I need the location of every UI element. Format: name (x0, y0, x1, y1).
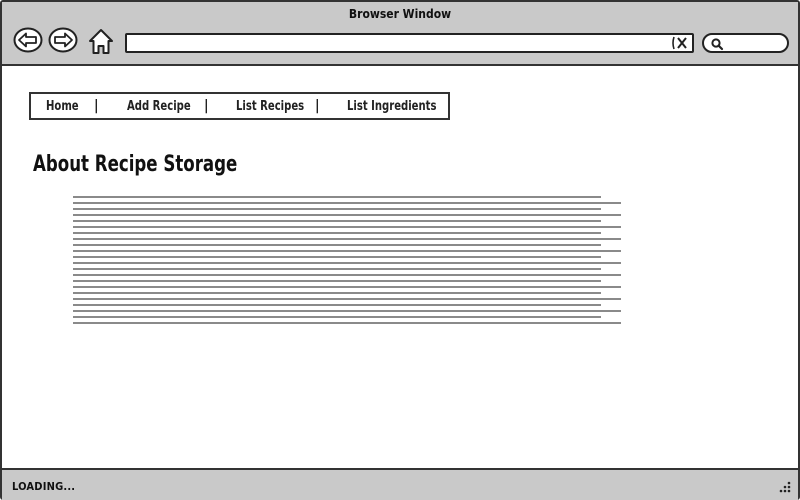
status-bar: LOADING... (2, 468, 798, 500)
text-line (73, 310, 621, 312)
search-box[interactable] (702, 33, 789, 53)
page-content: Home | Add Recipe | List Recipes | List … (2, 66, 798, 468)
forward-button[interactable] (48, 26, 78, 53)
nav-item-add-recipe[interactable]: Add Recipe (127, 99, 191, 114)
text-line (73, 298, 621, 300)
text-line (73, 232, 601, 234)
text-line (73, 220, 601, 222)
url-input[interactable] (133, 36, 663, 50)
browser-window: Browser Window Home | Add Recipe | List … (0, 0, 800, 500)
text-line (73, 208, 601, 210)
text-line (73, 304, 601, 306)
search-input[interactable] (726, 36, 781, 50)
home-icon (89, 29, 113, 54)
nav-separator: | (94, 98, 99, 114)
page-title: About Recipe Storage (33, 152, 238, 177)
search-icon (711, 38, 724, 51)
text-line (73, 202, 621, 204)
nav-item-home[interactable]: Home (46, 99, 79, 114)
close-icon[interactable] (670, 34, 690, 52)
text-line (73, 214, 621, 216)
home-button[interactable] (87, 27, 115, 54)
text-line (73, 226, 621, 228)
text-line (73, 196, 601, 198)
text-line (73, 268, 601, 270)
resize-grip-icon[interactable] (778, 480, 792, 494)
text-line (73, 280, 601, 282)
back-button[interactable] (13, 26, 43, 53)
nav-menu: Home | Add Recipe | List Recipes | List … (29, 92, 450, 120)
text-line (73, 244, 601, 246)
text-line (73, 316, 601, 318)
nav-item-list-recipes[interactable]: List Recipes (236, 99, 304, 114)
browser-toolbar: Browser Window (2, 2, 798, 66)
text-line (73, 250, 621, 252)
text-line (73, 256, 601, 258)
forward-arrow-icon (48, 27, 78, 53)
text-line (73, 292, 601, 294)
text-line (73, 322, 621, 324)
address-bar[interactable] (125, 33, 694, 53)
paragraph-placeholder (73, 196, 623, 328)
text-line (73, 238, 621, 240)
text-line (73, 286, 621, 288)
status-text: LOADING... (12, 480, 76, 493)
text-line (73, 274, 621, 276)
back-arrow-icon (13, 27, 43, 53)
nav-item-list-ingredients[interactable]: List Ingredients (347, 99, 436, 114)
text-line (73, 262, 621, 264)
nav-separator: | (204, 98, 209, 114)
window-title: Browser Window (348, 7, 452, 21)
nav-separator: | (315, 98, 320, 114)
